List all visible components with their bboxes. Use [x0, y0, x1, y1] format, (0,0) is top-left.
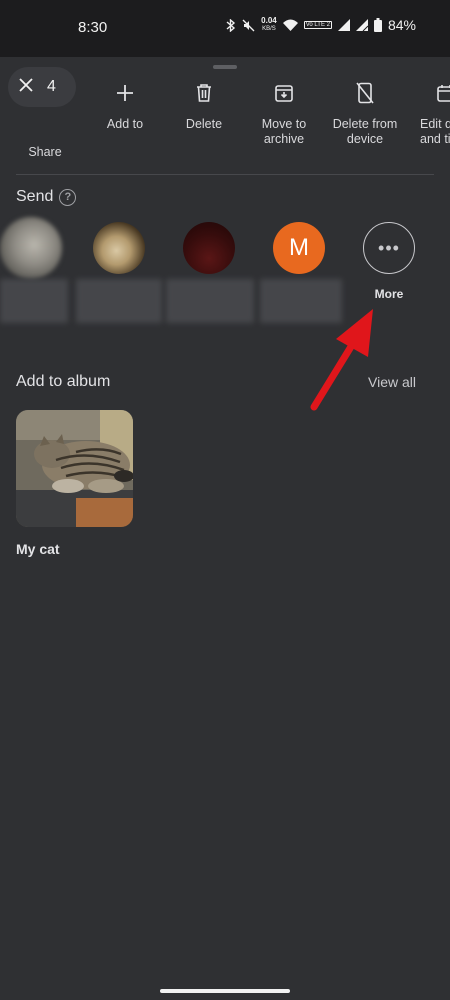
contact-initial: M	[289, 234, 309, 261]
add-to-album-title: Add to album	[16, 373, 111, 390]
plus-icon	[113, 81, 137, 105]
contact-avatar[interactable]	[183, 222, 235, 274]
delete-from-device-button[interactable]: Delete from device	[320, 81, 410, 147]
drag-handle[interactable]	[213, 65, 237, 69]
album-name: My cat	[16, 541, 60, 557]
more-label[interactable]: More	[349, 287, 429, 301]
delete-button[interactable]: Delete	[159, 81, 249, 132]
help-icon[interactable]: ?	[59, 188, 77, 206]
add-to-button[interactable]: Add to	[80, 81, 170, 132]
more-horizontal-icon: •••	[378, 237, 400, 258]
status-time: 8:30	[78, 19, 108, 36]
share-sheet: Share Add to Delete Move to archive Dele…	[0, 57, 450, 1000]
contact-avatar[interactable]	[0, 217, 62, 279]
view-all-link[interactable]: View all	[368, 374, 416, 390]
contact-name-redacted	[76, 279, 162, 323]
trash-icon	[192, 81, 216, 105]
move-to-archive-button[interactable]: Move to archive	[239, 81, 329, 147]
battery-icon	[373, 18, 382, 32]
contact-name-redacted	[166, 279, 254, 323]
signal-icon	[337, 19, 350, 31]
contact-avatar[interactable]	[93, 222, 145, 274]
album-thumbnail[interactable]	[16, 410, 133, 527]
delete-device-icon	[353, 81, 377, 105]
bluetooth-icon	[225, 18, 236, 32]
action-share-label[interactable]: Share	[0, 145, 90, 159]
archive-icon	[272, 81, 296, 105]
status-icons: 0.04 KB/S Vo LTE 2 84%	[225, 17, 416, 33]
send-section-title: Send ?	[16, 188, 77, 206]
selection-count: 4	[47, 78, 56, 95]
wifi-icon	[282, 19, 298, 31]
network-speed: 0.04 KB/S	[261, 16, 277, 33]
mute-icon	[242, 19, 255, 32]
battery-percent: 84%	[387, 17, 416, 33]
edit-date-time-button[interactable]: Edit d and ti	[412, 81, 450, 147]
selection-count-chip[interactable]: 4	[8, 67, 76, 107]
signal-2-icon	[355, 19, 368, 31]
home-indicator[interactable]	[160, 989, 290, 993]
more-contacts-button[interactable]: •••	[363, 222, 415, 274]
volte-badge: Vo LTE 2	[303, 21, 332, 29]
calendar-edit-icon	[434, 81, 450, 105]
annotation-arrow-icon	[310, 309, 373, 411]
cat-photo-icon	[16, 410, 133, 527]
divider	[16, 174, 434, 175]
status-bar: 8:30 0.04 KB/S Vo LTE 2 84%	[0, 0, 450, 57]
close-icon[interactable]	[19, 77, 33, 97]
contact-name-redacted	[0, 279, 68, 323]
contact-avatar[interactable]: M	[273, 222, 325, 274]
